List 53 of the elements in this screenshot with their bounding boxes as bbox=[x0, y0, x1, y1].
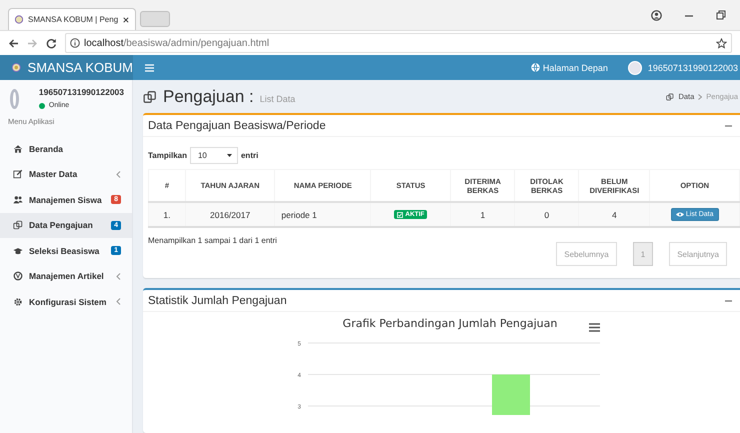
page-title: Pengajuan : bbox=[163, 86, 254, 106]
panel-title: Statistik Jumlah Pengajuan bbox=[148, 294, 287, 306]
users-icon bbox=[13, 194, 23, 205]
back-icon[interactable] bbox=[8, 38, 19, 48]
graduation-cap-icon bbox=[13, 246, 23, 256]
table-info: Menampilkan 1 sampai 1 dari 1 entri bbox=[148, 236, 278, 245]
chart-title: Grafik Perbandingan Jumlah Pengajuan bbox=[342, 317, 558, 330]
sidebar-item[interactable]: Konfigurasi Sistem bbox=[0, 289, 132, 314]
user-name: 196507131990122003 bbox=[38, 87, 124, 97]
sidebar-item[interactable]: Beranda bbox=[0, 136, 132, 162]
favicon-icon bbox=[15, 14, 24, 25]
gear-icon bbox=[13, 296, 23, 307]
address-field[interactable]: localhost/beasiswa/admin/pengajuan.html bbox=[65, 33, 732, 53]
check-square-icon bbox=[397, 212, 404, 218]
table-cell: 2016/2017 bbox=[185, 202, 275, 227]
brand-name: SMANSA KOBUM bbox=[28, 60, 133, 75]
browser-tab[interactable]: SMANSA KOBUM | Peng bbox=[8, 8, 136, 30]
globe-icon bbox=[530, 63, 540, 72]
caret-icon bbox=[226, 154, 232, 157]
eye-icon bbox=[676, 212, 684, 217]
edit-icon bbox=[13, 169, 23, 180]
copy-icon bbox=[13, 220, 23, 230]
url-text: localhost/beasiswa/admin/pengajuan.html bbox=[84, 38, 270, 48]
sidebar-item[interactable]: Manajemen Artikel bbox=[0, 264, 132, 289]
reload-icon[interactable] bbox=[46, 38, 57, 48]
panel-title: Data Pengajuan Beasiswa/Periode bbox=[148, 120, 326, 132]
account-icon[interactable] bbox=[651, 10, 662, 20]
sidebar-item[interactable]: Master Data bbox=[0, 162, 132, 187]
length-suffix: entri bbox=[240, 151, 258, 160]
user-name[interactable]: 196507131990122003 bbox=[648, 62, 738, 72]
table-cell: 0 bbox=[514, 202, 579, 227]
table-cell: 1. bbox=[148, 202, 186, 227]
brand-logo[interactable]: SMANSA KOBUM bbox=[0, 55, 133, 80]
home-page-link[interactable]: Halaman Depan bbox=[530, 62, 608, 72]
table-cell: 1 bbox=[450, 202, 515, 227]
copy-icon bbox=[666, 92, 674, 100]
table-cell: periode 1 bbox=[274, 202, 371, 227]
tab-title: SMANSA KOBUM | Peng bbox=[28, 15, 118, 24]
chevron-right-icon bbox=[698, 94, 702, 100]
online-status-dot bbox=[38, 102, 45, 108]
length-label: Tampilkan bbox=[148, 151, 187, 160]
restore-icon[interactable] bbox=[716, 10, 726, 20]
home-icon bbox=[13, 144, 23, 154]
page-size-select[interactable]: 10 bbox=[190, 147, 238, 164]
menu-icon[interactable] bbox=[145, 64, 154, 72]
logo-icon bbox=[12, 60, 21, 75]
table-cell: 4 bbox=[578, 202, 650, 227]
copy-icon bbox=[143, 90, 157, 104]
close-icon[interactable] bbox=[123, 16, 129, 24]
chart-menu-icon[interactable] bbox=[588, 323, 601, 332]
info-icon bbox=[70, 38, 80, 48]
page-subtitle: List Data bbox=[260, 94, 296, 104]
star-icon[interactable] bbox=[716, 38, 727, 48]
